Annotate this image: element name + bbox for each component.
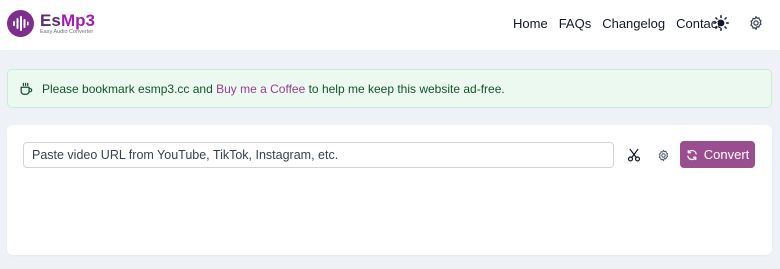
converter-card: Convert (7, 125, 772, 255)
logo-tagline: Easy Audio Converter (40, 29, 94, 35)
scissors-icon[interactable] (625, 146, 643, 164)
logo-icon (7, 9, 34, 37)
notice-text: Please bookmark esmp3.cc and Buy me a Co… (42, 82, 505, 96)
notice-text-before: Please bookmark esmp3.cc and (42, 82, 217, 96)
logo-text: Es Mp3 Easy Audio Converter (40, 9, 110, 37)
bookmark-notice: Please bookmark esmp3.cc and Buy me a Co… (7, 69, 772, 108)
refresh-icon (686, 149, 698, 161)
gear-icon[interactable] (748, 15, 764, 36)
notice-text-after: to help me keep this website ad-free. (305, 82, 505, 96)
logo-es: Es (40, 11, 61, 30)
nav-home[interactable]: Home (513, 15, 548, 33)
main-nav: Home FAQs Changelog Contact (513, 15, 732, 33)
site-logo[interactable]: Es Mp3 Easy Audio Converter (7, 9, 110, 37)
options-gear-icon[interactable] (654, 146, 672, 164)
video-url-input[interactable] (23, 142, 614, 168)
convert-button[interactable]: Convert (680, 141, 755, 168)
convert-label: Convert (703, 147, 750, 162)
buy-me-a-coffee-link[interactable]: Buy me a Coffee (216, 82, 305, 96)
coffee-cup-icon (19, 82, 33, 96)
nav-faqs[interactable]: FAQs (559, 15, 592, 33)
top-header: Es Mp3 Easy Audio Converter Home FAQs Ch… (0, 0, 780, 50)
sun-icon[interactable] (713, 15, 729, 36)
logo-mp3: Mp3 (61, 11, 95, 30)
nav-changelog[interactable]: Changelog (602, 15, 665, 33)
